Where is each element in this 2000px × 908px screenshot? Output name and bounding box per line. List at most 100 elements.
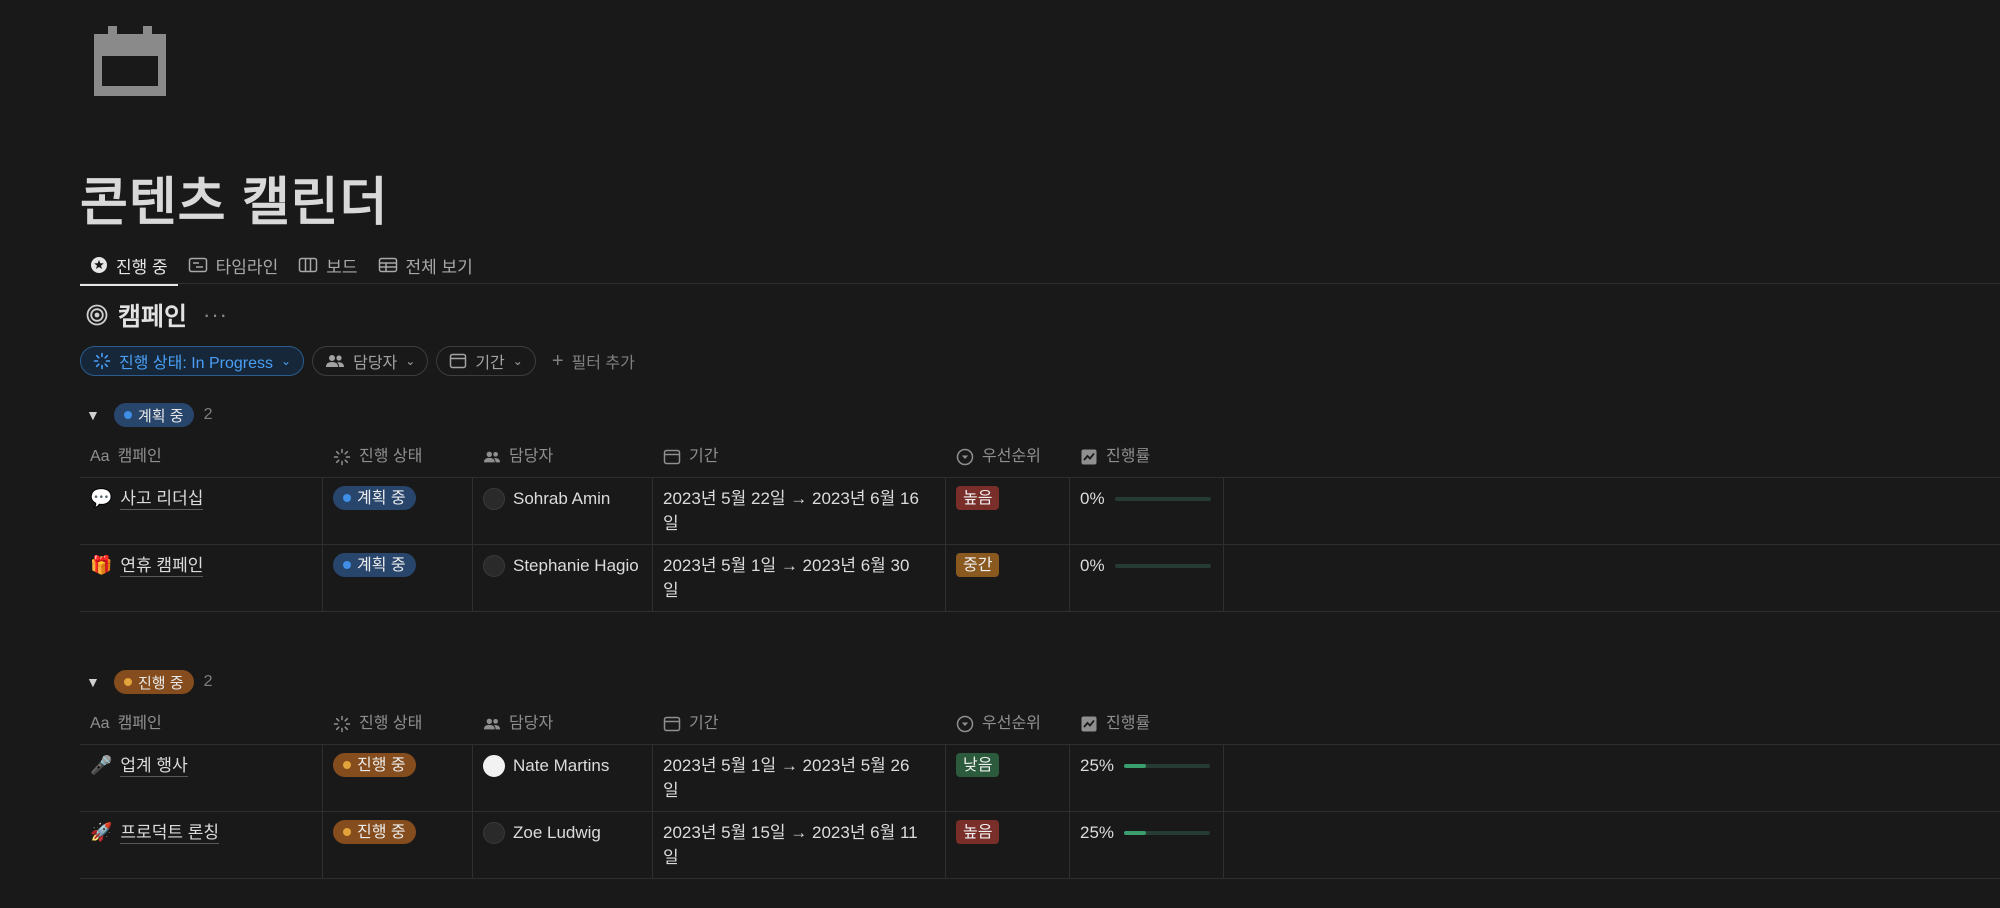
column-header-priority[interactable]: 우선순위 — [946, 436, 1070, 477]
status-filter-chip[interactable]: 진행 상태: In Progress ⌄ — [80, 346, 305, 376]
column-header-campaign[interactable]: Aa 캠페인 — [80, 703, 323, 744]
period-text: 2023년 5월 1일 → 2023년 5월 26 — [663, 756, 910, 775]
period-text-cont: 일 — [663, 848, 679, 867]
status-pill: 계획 중 — [333, 486, 416, 510]
status-spinner-icon — [93, 352, 111, 370]
column-header-assignee[interactable]: 담당자 — [473, 703, 653, 744]
status-cell[interactable]: 계획 중 — [323, 478, 473, 544]
campaign-name[interactable]: 프로덕트 론칭 — [120, 823, 219, 844]
period-cell[interactable]: 2023년 5월 22일 → 2023년 6월 16 일 — [653, 478, 946, 544]
group-header-planning: ▼ 계획 중 2 — [86, 402, 212, 428]
status-filter-label: 진행 상태: In Progress — [119, 355, 274, 372]
view-tabs: 진행 중 타임라인 보드 전체 보기 — [80, 246, 483, 286]
add-filter-button[interactable]: + 필터 추가 — [544, 346, 643, 376]
table-row[interactable]: 💬 사고 리더십 계획 중 Sohrab Amin 2023년 5월 22일 → … — [80, 478, 2000, 545]
assignee-cell[interactable]: Sohrab Amin — [473, 478, 653, 544]
column-header-priority[interactable]: 우선순위 — [946, 703, 1070, 744]
progress-cell[interactable]: 25% — [1070, 812, 1224, 878]
status-cell[interactable]: 계획 중 — [323, 545, 473, 611]
calendar-icon[interactable] — [92, 26, 168, 98]
table-row[interactable]: 🎁 연휴 캠페인 계획 중 Stephanie Hagio 2023년 5월 1일… — [80, 545, 2000, 612]
view-title[interactable]: 캠페인 — [118, 297, 187, 333]
campaign-name[interactable]: 사고 리더십 — [120, 489, 204, 510]
page-title[interactable]: 콘텐츠 캘린더 — [80, 160, 389, 235]
progress-cell[interactable]: 0% — [1070, 478, 1224, 544]
status-spinner-icon — [333, 448, 351, 465]
status-pill: 진행 중 — [333, 753, 416, 777]
priority-cell[interactable]: 낮음 — [946, 745, 1070, 811]
tabs-divider — [80, 283, 2000, 284]
campaign-cell[interactable]: 🎁 연휴 캠페인 — [80, 545, 323, 611]
microphone-icon: 🎤 — [90, 755, 113, 775]
column-header-assignee[interactable]: 담당자 — [473, 436, 653, 477]
period-text: 2023년 5월 1일 → 2023년 6월 30 — [663, 556, 910, 575]
priority-tag: 중간 — [956, 553, 1000, 577]
table-row[interactable]: 🚀 프로덕트 론칭 진행 중 Zoe Ludwig 2023년 5월 15일 → … — [80, 812, 2000, 879]
empty-cell — [1224, 478, 2000, 544]
rocket-icon: 🚀 — [90, 822, 113, 842]
period-cell[interactable]: 2023년 5월 1일 → 2023년 5월 26 일 — [653, 745, 946, 811]
priority-cell[interactable]: 높음 — [946, 478, 1070, 544]
chart-line-icon — [1081, 449, 1097, 464]
assignee-filter-chip[interactable]: 담당자 ⌄ — [312, 346, 429, 376]
table-header-row: Aa 캠페인 진행 상태 담당자 기간 우선순위 진행률 — [80, 703, 2000, 745]
column-header-progress[interactable]: 진행률 — [1070, 703, 1224, 744]
table-row[interactable]: 🎤 업계 행사 진행 중 Nate Martins 2023년 5월 1일 → 2… — [80, 745, 2000, 812]
column-header-status[interactable]: 진행 상태 — [323, 436, 473, 477]
campaign-cell[interactable]: 💬 사고 리더십 — [80, 478, 323, 544]
campaign-name[interactable]: 업계 행사 — [120, 756, 188, 777]
select-circle-icon — [956, 715, 974, 732]
assignee-name: Zoe Ludwig — [513, 823, 601, 842]
column-header-status[interactable]: 진행 상태 — [323, 703, 473, 744]
people-icon — [326, 355, 345, 367]
text-type-icon: Aa — [90, 715, 110, 732]
tab-all[interactable]: 전체 보기 — [368, 246, 483, 284]
column-label: 담당자 — [509, 715, 554, 732]
status-cell[interactable]: 진행 중 — [323, 812, 473, 878]
calendar-small-icon — [663, 716, 681, 731]
status-cell[interactable]: 진행 중 — [323, 745, 473, 811]
progress-cell[interactable]: 25% — [1070, 745, 1224, 811]
campaign-name[interactable]: 연휴 캠페인 — [120, 556, 204, 577]
period-cell[interactable]: 2023년 5월 15일 → 2023년 6월 11 일 — [653, 812, 946, 878]
chevron-down-icon: ⌄ — [405, 354, 416, 368]
empty-cell — [1224, 545, 2000, 611]
avatar — [483, 755, 505, 777]
column-header-period[interactable]: 기간 — [653, 436, 946, 477]
tab-timeline[interactable]: 타임라인 — [178, 246, 289, 284]
priority-cell[interactable]: 높음 — [946, 812, 1070, 878]
table-icon — [378, 257, 397, 273]
period-filter-label: 기간 — [475, 355, 505, 372]
period-cell[interactable]: 2023년 5월 1일 → 2023년 6월 30 일 — [653, 545, 946, 611]
campaign-cell[interactable]: 🎤 업계 행사 — [80, 745, 323, 811]
status-label: 계획 중 — [357, 489, 406, 507]
progress-label: 25% — [1080, 823, 1115, 842]
progress-cell[interactable]: 0% — [1070, 545, 1224, 611]
campaign-table-in-progress: Aa 캠페인 진행 상태 담당자 기간 우선순위 진행률 🎤 업계 행사 진행 중 … — [80, 703, 2000, 879]
tab-in-progress[interactable]: 진행 중 — [80, 246, 178, 286]
campaign-cell[interactable]: 🚀 프로덕트 론칭 — [80, 812, 323, 878]
period-text-cont: 일 — [663, 781, 679, 800]
more-options-icon[interactable]: ··· — [203, 302, 228, 328]
column-label: 담당자 — [509, 448, 554, 465]
column-label: 진행률 — [1106, 448, 1151, 465]
column-header-empty — [1224, 436, 2000, 477]
status-label: 계획 중 — [357, 556, 406, 574]
group-label: 진행 중 — [138, 674, 184, 692]
column-header-campaign[interactable]: Aa 캠페인 — [80, 436, 323, 477]
assignee-cell[interactable]: Stephanie Hagio — [473, 545, 653, 611]
group-label: 계획 중 — [138, 407, 184, 425]
speech-bubble-icon: 💬 — [90, 488, 113, 508]
collapse-triangle-icon[interactable]: ▼ — [86, 407, 104, 423]
assignee-cell[interactable]: Zoe Ludwig — [473, 812, 653, 878]
campaign-table-planning: Aa 캠페인 진행 상태 담당자 기간 우선순위 진행률 💬 사고 리더십 계획 중… — [80, 436, 2000, 612]
add-filter-label: 필터 추가 — [571, 355, 635, 372]
column-header-period[interactable]: 기간 — [653, 703, 946, 744]
collapse-triangle-icon[interactable]: ▼ — [86, 674, 104, 690]
group-status-pill: 계획 중 — [114, 403, 194, 427]
tab-board[interactable]: 보드 — [288, 246, 367, 284]
column-header-progress[interactable]: 진행률 — [1070, 436, 1224, 477]
period-filter-chip[interactable]: 기간 ⌄ — [436, 346, 536, 376]
assignee-cell[interactable]: Nate Martins — [473, 745, 653, 811]
priority-cell[interactable]: 중간 — [946, 545, 1070, 611]
